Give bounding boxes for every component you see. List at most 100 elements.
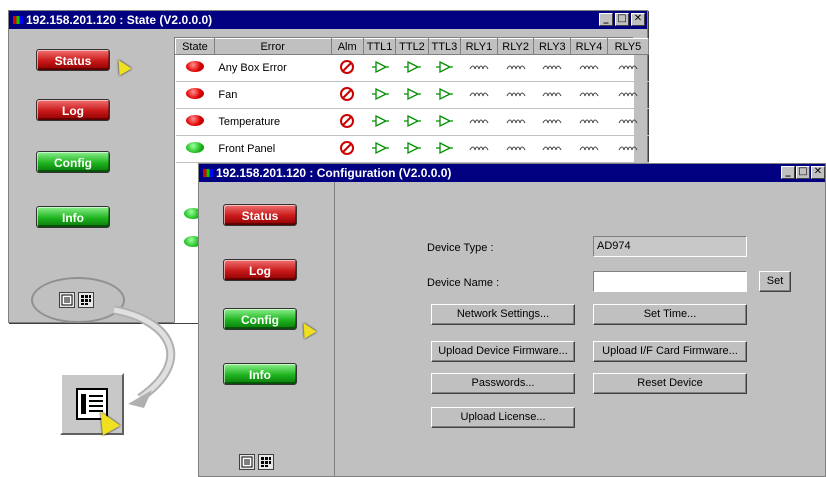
list-view-icon[interactable] bbox=[59, 292, 75, 308]
device-name-label: Device Name : bbox=[427, 277, 500, 289]
ttl-icon bbox=[428, 54, 461, 82]
relay-icon bbox=[460, 135, 498, 163]
state-led-icon bbox=[185, 142, 204, 153]
ttl-icon bbox=[395, 81, 429, 109]
error-name: Fan bbox=[214, 81, 331, 109]
ttl-icon bbox=[363, 54, 396, 82]
log-button[interactable]: Log bbox=[36, 99, 110, 121]
reset-device-button[interactable]: Reset Device bbox=[593, 373, 747, 394]
ttl-icon bbox=[395, 108, 429, 136]
col-state[interactable]: State bbox=[175, 38, 215, 55]
relay-icon bbox=[533, 108, 571, 136]
device-type-value: AD974 bbox=[593, 236, 747, 257]
col-alm[interactable]: Alm bbox=[330, 38, 364, 55]
state-led-icon bbox=[185, 61, 204, 72]
grid-view-icon[interactable] bbox=[258, 454, 274, 470]
relay-icon bbox=[497, 81, 534, 109]
ttl-icon bbox=[363, 135, 396, 163]
list-view-icon[interactable] bbox=[239, 454, 255, 470]
status-table-header: State Error Alm TTL1 TTL2 TTL3 RLY1 RLY2… bbox=[175, 38, 650, 55]
state-led-icon bbox=[185, 88, 204, 99]
config-button[interactable]: Config bbox=[223, 308, 297, 330]
relay-icon bbox=[533, 135, 571, 163]
ttl-icon bbox=[428, 135, 461, 163]
col-rly1[interactable]: RLY1 bbox=[460, 38, 498, 55]
relay-icon bbox=[460, 81, 498, 109]
config-window: 192.158.201.120 : Configuration (V2.0.0.… bbox=[198, 163, 826, 477]
relay-icon bbox=[570, 54, 608, 82]
minimize-icon[interactable]: _ bbox=[781, 166, 795, 179]
relay-icon bbox=[497, 54, 534, 82]
upload-card-firmware-button[interactable]: Upload I/F Card Firmware... bbox=[593, 341, 747, 362]
error-name: Temperature bbox=[214, 108, 331, 136]
status-button[interactable]: Status bbox=[36, 49, 110, 71]
ttl-icon bbox=[363, 81, 396, 109]
relay-icon bbox=[533, 54, 571, 82]
ttl-icon bbox=[428, 81, 461, 109]
view-toggle bbox=[239, 454, 274, 470]
alarm-icon bbox=[331, 54, 364, 82]
upload-device-firmware-button[interactable]: Upload Device Firmware... bbox=[431, 341, 575, 362]
col-rly3[interactable]: RLY3 bbox=[533, 38, 572, 55]
view-toggle bbox=[59, 292, 94, 308]
error-name: Front Panel bbox=[214, 135, 331, 163]
ttl-icon bbox=[395, 135, 429, 163]
log-button[interactable]: Log bbox=[223, 259, 297, 281]
col-rly5[interactable]: RLY5 bbox=[606, 38, 650, 55]
close-icon[interactable]: ✕ bbox=[631, 13, 645, 26]
col-rly4[interactable]: RLY4 bbox=[570, 38, 608, 55]
col-rly2[interactable]: RLY2 bbox=[496, 38, 535, 55]
col-ttl3[interactable]: TTL3 bbox=[427, 38, 462, 55]
ttl-icon bbox=[363, 108, 396, 136]
status-table: State Error Alm TTL1 TTL2 TTL3 RLY1 RLY2… bbox=[175, 38, 650, 163]
maximize-icon[interactable]: □ bbox=[615, 13, 629, 26]
relay-icon bbox=[607, 135, 649, 163]
alarm-icon bbox=[331, 135, 364, 163]
minimize-icon[interactable]: _ bbox=[599, 13, 613, 26]
table-row[interactable]: Any Box Error bbox=[175, 54, 649, 82]
ttl-icon bbox=[428, 108, 461, 136]
info-button[interactable]: Info bbox=[223, 363, 297, 385]
state-led-icon bbox=[185, 115, 204, 126]
status-rows: Any Box Error Fan Temperature Front Pane… bbox=[175, 54, 649, 163]
status-button[interactable]: Status bbox=[223, 204, 297, 226]
table-row[interactable]: Fan bbox=[175, 81, 649, 109]
relay-icon bbox=[497, 135, 534, 163]
col-ttl2[interactable]: TTL2 bbox=[395, 38, 429, 55]
alarm-icon bbox=[331, 108, 364, 136]
relay-icon bbox=[607, 54, 649, 82]
config-window-titlebar[interactable]: 192.158.201.120 : Configuration (V2.0.0.… bbox=[199, 164, 825, 182]
info-button[interactable]: Info bbox=[36, 206, 110, 228]
ttl-icon bbox=[395, 54, 429, 82]
table-row[interactable]: Temperature bbox=[175, 108, 649, 136]
upload-license-button[interactable]: Upload License... bbox=[431, 407, 575, 428]
col-error[interactable]: Error bbox=[213, 38, 332, 55]
mouse-pointer-icon bbox=[112, 56, 132, 76]
table-row[interactable]: Front Panel bbox=[175, 135, 649, 163]
grid-view-icon[interactable] bbox=[78, 292, 94, 308]
app-icon bbox=[203, 169, 213, 177]
relay-icon bbox=[497, 108, 534, 136]
device-name-field[interactable] bbox=[593, 271, 747, 292]
config-button[interactable]: Config bbox=[36, 151, 110, 173]
relay-icon bbox=[460, 54, 498, 82]
device-type-label: Device Type : bbox=[427, 242, 494, 254]
config-window-title: 192.158.201.120 : Configuration (V2.0.0.… bbox=[216, 166, 452, 180]
close-icon[interactable]: ✕ bbox=[811, 166, 825, 179]
set-time-button[interactable]: Set Time... bbox=[593, 304, 747, 325]
relay-icon bbox=[607, 108, 649, 136]
col-ttl1[interactable]: TTL1 bbox=[362, 38, 397, 55]
relay-icon bbox=[570, 135, 608, 163]
network-settings-button[interactable]: Network Settings... bbox=[431, 304, 575, 325]
app-icon bbox=[13, 16, 23, 24]
error-name: Any Box Error bbox=[214, 54, 331, 82]
state-window-titlebar[interactable]: 192.158.201.120 : State (V2.0.0.0) _ □ ✕ bbox=[9, 11, 647, 29]
state-window-title: 192.158.201.120 : State (V2.0.0.0) bbox=[26, 13, 213, 27]
alarm-icon bbox=[331, 81, 364, 109]
set-button[interactable]: Set bbox=[759, 271, 791, 292]
relay-icon bbox=[533, 81, 571, 109]
relay-icon bbox=[570, 108, 608, 136]
relay-icon bbox=[570, 81, 608, 109]
maximize-icon[interactable]: □ bbox=[796, 166, 810, 179]
passwords-button[interactable]: Passwords... bbox=[431, 373, 575, 394]
